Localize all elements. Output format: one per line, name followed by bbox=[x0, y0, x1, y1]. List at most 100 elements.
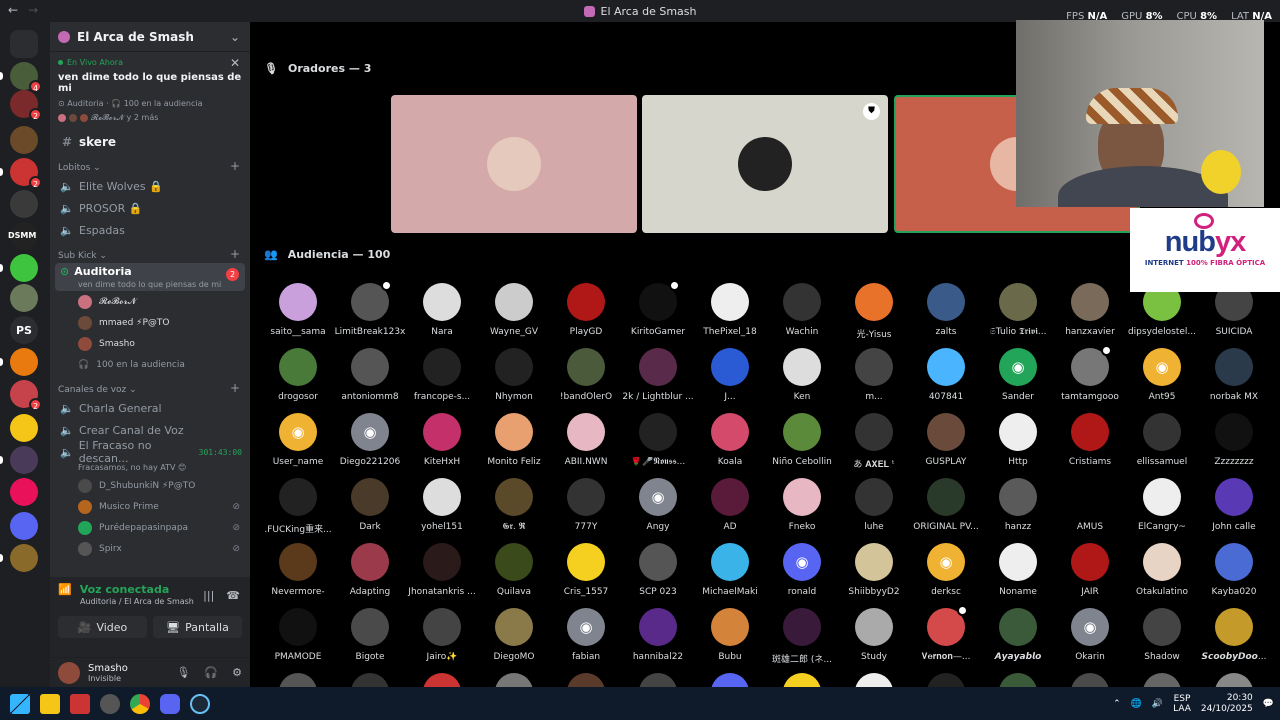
audience-member[interactable]: yohel151 bbox=[406, 478, 478, 543]
settings-app-icon[interactable] bbox=[100, 693, 120, 714]
voice-member[interactable]: Musico Prime ⊘ bbox=[50, 496, 250, 517]
audience-member[interactable] bbox=[262, 673, 334, 687]
audience-member[interactable] bbox=[550, 673, 622, 687]
audience-member[interactable]: J... bbox=[694, 348, 766, 413]
audience-member[interactable]: Zzzzzzzz bbox=[1198, 413, 1270, 478]
audience-member[interactable] bbox=[334, 673, 406, 687]
audience-member[interactable]: Bubu bbox=[694, 608, 766, 673]
audience-member[interactable]: DiegoMO bbox=[478, 608, 550, 673]
audience-member[interactable]: Study bbox=[838, 608, 910, 673]
audience-member[interactable] bbox=[910, 673, 982, 687]
voice-channel-crear[interactable]: 🔈 Crear Canal de Voz bbox=[50, 419, 250, 441]
forward-arrow-icon[interactable]: → bbox=[28, 3, 38, 17]
volume-icon[interactable]: 🔊 bbox=[1152, 699, 1163, 709]
chrome-icon[interactable] bbox=[130, 693, 150, 714]
avatar[interactable] bbox=[58, 661, 80, 684]
back-arrow-icon[interactable]: ← bbox=[8, 3, 18, 17]
audience-member[interactable]: Fneko bbox=[766, 478, 838, 543]
voice-channel-charla-general[interactable]: 🔈 Charla General bbox=[50, 397, 250, 419]
audience-member[interactable]: あ 𝐀𝐗𝐄𝐋 ᵗ bbox=[838, 413, 910, 478]
audience-member[interactable]: KiritoGamer bbox=[622, 280, 694, 348]
audience-member[interactable]: 𝔖Tulio 𝕿𝖗𝖎𝖛𝖎... bbox=[982, 283, 1054, 348]
audience-member[interactable]: antoniomm8 bbox=[334, 348, 406, 413]
audience-member[interactable] bbox=[694, 673, 766, 687]
stage-member[interactable]: mmaed ⚡P@TO bbox=[50, 312, 250, 333]
server-icon[interactable]: PS bbox=[10, 316, 38, 344]
audience-member[interactable]: Kayba020 bbox=[1198, 543, 1270, 608]
stage-member[interactable]: 𝓡𝓮𝓑𝓸𝓻𝓝 bbox=[50, 291, 250, 312]
audience-member[interactable]: zalts bbox=[910, 283, 982, 348]
network-icon[interactable]: 🌐 bbox=[1131, 699, 1142, 709]
stage-member[interactable]: Smasho bbox=[50, 333, 250, 354]
server-icon[interactable]: 2 bbox=[10, 380, 42, 411]
audience-member[interactable]: !bandOlerO bbox=[550, 348, 622, 413]
audience-member[interactable]: norbak MX bbox=[1198, 348, 1270, 413]
live-stage-banner[interactable]: En Vivo Ahora ven dime todo lo que piens… bbox=[50, 52, 250, 127]
clock[interactable]: 20:30 24/10/2025 bbox=[1201, 693, 1253, 715]
audience-member[interactable]: 𝕲𝖗. 𝕽 bbox=[478, 478, 550, 543]
server-header[interactable]: El Arca de Smash ⌄ bbox=[50, 22, 250, 52]
audience-member[interactable]: 𝙎𝙘𝙤𝙤𝙗𝙮𝘿𝙤𝙤... bbox=[1198, 608, 1270, 673]
audience-member[interactable]: AD bbox=[694, 478, 766, 543]
disconnect-icon[interactable]: ☎ bbox=[226, 589, 240, 602]
audience-member[interactable]: ◉ ronald bbox=[766, 543, 838, 608]
voice-member[interactable]: Spirx ⊘ bbox=[50, 538, 250, 559]
audience-member[interactable]: AMUS bbox=[1054, 478, 1126, 543]
audience-member[interactable] bbox=[982, 673, 1054, 687]
audience-member[interactable] bbox=[766, 673, 838, 687]
audience-member[interactable]: hannibal22 bbox=[622, 608, 694, 673]
audience-member[interactable]: KiteHxH bbox=[406, 413, 478, 478]
audience-member[interactable]: SUICIDA bbox=[1198, 283, 1270, 348]
category-sub-kick[interactable]: Sub Kick ⌄ + bbox=[50, 241, 250, 263]
plus-icon[interactable]: + bbox=[230, 381, 240, 395]
audience-member[interactable] bbox=[1198, 673, 1270, 687]
screen-share-button[interactable]: 🖥 Pantalla bbox=[153, 616, 242, 638]
audience-member[interactable]: Wayne_GV bbox=[478, 283, 550, 348]
audience-member[interactable]: 𝐕𝐞𝐫𝐧𝐨𝐧—... bbox=[910, 605, 982, 673]
text-channel-skere[interactable]: # skere bbox=[50, 131, 250, 153]
audience-member[interactable] bbox=[1126, 673, 1198, 687]
server-icon[interactable] bbox=[10, 544, 38, 572]
audience-member[interactable]: Bigote bbox=[334, 608, 406, 673]
server-icon[interactable]: 2 bbox=[10, 158, 42, 189]
server-icon[interactable] bbox=[10, 478, 38, 506]
server-icon[interactable] bbox=[10, 254, 38, 282]
voice-channel-prosor[interactable]: 🔈 PROSOR 🔒 bbox=[50, 197, 250, 219]
audience-member[interactable]: PlayGD bbox=[550, 283, 622, 348]
audience-member[interactable]: Noname bbox=[982, 543, 1054, 608]
app-icon[interactable] bbox=[70, 693, 90, 714]
audience-member[interactable]: dipsydelostel... bbox=[1126, 283, 1198, 348]
audience-member[interactable]: ElCangry~ bbox=[1126, 478, 1198, 543]
audience-member[interactable]: ◉ fabian bbox=[550, 608, 622, 673]
voice-member[interactable]: D_ShubunkiN ⚡P@TO bbox=[50, 475, 250, 496]
audience-member[interactable]: Nevermore- bbox=[262, 543, 334, 608]
category-voice[interactable]: Canales de voz ⌄ + bbox=[50, 375, 250, 397]
audience-member[interactable]: m... bbox=[838, 348, 910, 413]
audience-member[interactable] bbox=[838, 673, 910, 687]
audience-member[interactable]: drogosor bbox=[262, 348, 334, 413]
discord-home-icon[interactable] bbox=[10, 30, 38, 58]
audience-member[interactable]: LimitBreak123x bbox=[334, 280, 406, 348]
audience-member[interactable]: Jairo✨ bbox=[406, 608, 478, 673]
audience-member[interactable]: 🌹🎤𝕹𝖔𝖚𝖘𝖘... bbox=[622, 413, 694, 478]
gear-icon[interactable]: ⚙ bbox=[232, 666, 242, 679]
audience-member[interactable]: ◉ Okarin bbox=[1054, 608, 1126, 673]
audience-member[interactable]: Nara bbox=[406, 283, 478, 348]
audience-member[interactable]: .FUCKing重来... bbox=[262, 478, 334, 543]
audience-member[interactable] bbox=[478, 673, 550, 687]
close-icon[interactable]: ✕ bbox=[230, 56, 240, 70]
voice-channel-elite-wolves[interactable]: 🔈 Elite Wolves 🔒 bbox=[50, 175, 250, 197]
audience-member[interactable]: ◉ derksc bbox=[910, 543, 982, 608]
voice-channel-espadas[interactable]: 🔈 Espadas bbox=[50, 219, 250, 241]
server-icon[interactable] bbox=[10, 126, 38, 154]
audience-member[interactable]: Wachin bbox=[766, 283, 838, 348]
noise-suppression-icon[interactable]: ||| bbox=[203, 589, 214, 602]
audience-member[interactable]: francope-s... bbox=[406, 348, 478, 413]
category-lobitos[interactable]: Lobitos ⌄ + bbox=[50, 153, 250, 175]
audience-member[interactable]: 777Y bbox=[550, 478, 622, 543]
speaker-tile[interactable]: ⛊ bbox=[642, 95, 888, 233]
audience-member[interactable]: ◉ Angy bbox=[622, 478, 694, 543]
audience-member[interactable]: ◉ Diego221206 bbox=[334, 413, 406, 478]
server-icon[interactable] bbox=[10, 414, 38, 442]
audience-member[interactable]: Niño Cebollin bbox=[766, 413, 838, 478]
